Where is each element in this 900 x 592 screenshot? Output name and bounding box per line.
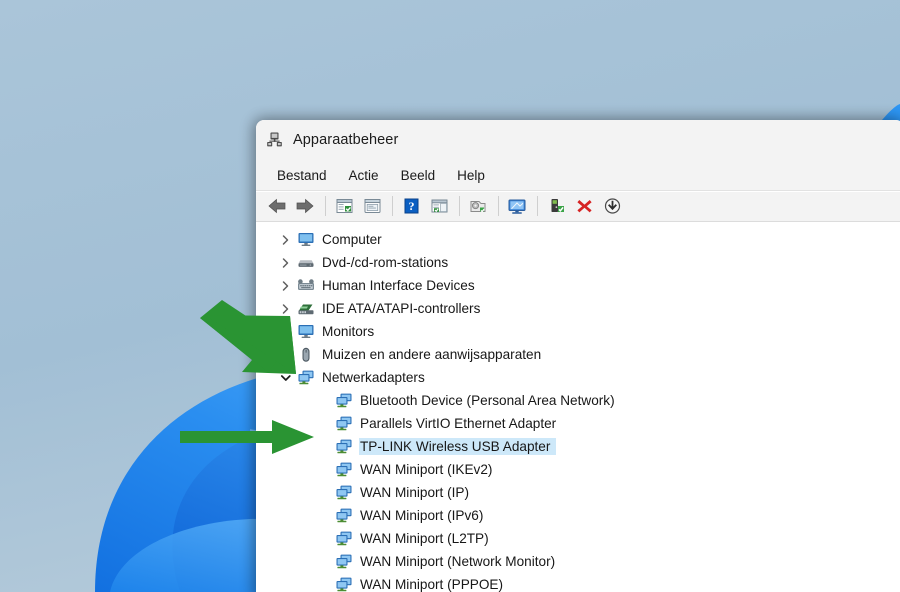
enable-device-icon[interactable] [543,194,569,218]
uninstall-device-icon[interactable] [571,194,597,218]
tree-item-parallels-virtio-ethernet-adapter[interactable]: Parallels VirtIO Ethernet Adapter [256,412,900,435]
window-titlebar: Apparaatbeheer [256,120,900,160]
tree-item-wan-miniport-ip[interactable]: WAN Miniport (IP) [256,481,900,504]
chevron-right-icon[interactable] [274,349,296,361]
network-adapter-icon [296,369,316,386]
tree-item-label: WAN Miniport (PPPOE) [360,577,504,592]
network-adapter-icon [334,484,354,501]
tree-item-label: WAN Miniport (IKEv2) [360,462,493,477]
toolbar-separator [537,196,538,216]
tree-item-label: Parallels VirtIO Ethernet Adapter [360,416,557,431]
tree-item-tp-link-wireless-usb-adapter[interactable]: TP-LINK Wireless USB Adapter [256,435,900,458]
window-title: Apparaatbeheer [293,132,399,148]
chevron-right-icon[interactable] [274,234,296,246]
menu-actie[interactable]: Actie [340,165,388,186]
tree-item-label: Human Interface Devices [322,278,475,293]
network-adapter-icon [334,530,354,547]
network-adapter-icon [334,553,354,570]
toolbar-separator [392,196,393,216]
disable-device-icon[interactable] [599,194,625,218]
chevron-right-icon[interactable] [274,326,296,338]
forward-arrow-icon[interactable] [292,194,318,218]
tree-item-muizen-en-andere-aanwijsapparaten[interactable]: Muizen en andere aanwijsapparaten [256,343,900,366]
tree-item-label: Computer [322,232,382,247]
desktop-screenshot: Apparaatbeheer Bestand Actie Beeld Help [0,0,900,592]
tree-item-netwerkadapters[interactable]: Netwerkadapters [256,366,900,389]
network-adapter-icon [334,438,354,455]
tree-item-label: Monitors [322,324,375,339]
tree-item-wan-miniport-network-monitor[interactable]: WAN Miniport (Network Monitor) [256,550,900,573]
tree-item-label: Netwerkadapters [322,370,425,385]
network-adapter-icon [334,461,354,478]
scan-hardware-changes-icon[interactable] [504,194,530,218]
toolbar: ? [256,191,900,222]
chevron-down-icon[interactable] [274,372,296,384]
tree-item-wan-miniport-pppoe[interactable]: WAN Miniport (PPPOE) [256,573,900,592]
network-adapter-icon [334,415,354,432]
toolbar-separator [325,196,326,216]
tree-item-dvd-cd-rom-stations[interactable]: Dvd-/cd-rom-stations [256,251,900,274]
properties-icon[interactable] [359,194,385,218]
tree-item-label: WAN Miniport (L2TP) [360,531,489,546]
network-adapter-icon [334,576,354,592]
svg-text:?: ? [408,199,414,213]
device-tree[interactable]: Computer Dvd-/cd-rom-stations Human Interf… [256,222,900,592]
menu-bar: Bestand Actie Beeld Help [256,160,900,191]
tree-item-label: WAN Miniport (IP) [360,485,470,500]
tree-item-label: IDE ATA/ATAPI-controllers [322,301,481,316]
ide-controller-icon [296,300,316,317]
chevron-right-icon[interactable] [274,257,296,269]
tree-item-label: Dvd-/cd-rom-stations [322,255,449,270]
tree-item-label: WAN Miniport (IPv6) [360,508,484,523]
chevron-right-icon[interactable] [274,280,296,292]
tree-item-wan-miniport-l2tp[interactable]: WAN Miniport (L2TP) [256,527,900,550]
tree-item-monitors[interactable]: Monitors [256,320,900,343]
tree-item-wan-miniport-ikev2[interactable]: WAN Miniport (IKEv2) [256,458,900,481]
tree-item-computer[interactable]: Computer [256,228,900,251]
tree-item-ide-ata-atapi-controllers[interactable]: IDE ATA/ATAPI-controllers [256,297,900,320]
network-adapter-icon [334,507,354,524]
tree-item-wan-miniport-ipv6[interactable]: WAN Miniport (IPv6) [256,504,900,527]
monitor-icon [296,231,316,248]
toolbar-separator [459,196,460,216]
tree-item-bluetooth-device-personal-area-network[interactable]: Bluetooth Device (Personal Area Network) [256,389,900,412]
device-manager-icon [266,131,284,149]
device-manager-window: Apparaatbeheer Bestand Actie Beeld Help [256,120,900,592]
show-hide-console-tree-icon[interactable] [331,194,357,218]
toolbar-separator [498,196,499,216]
help-question-icon[interactable]: ? [398,194,424,218]
update-driver-icon[interactable] [465,194,491,218]
tree-item-label: Bluetooth Device (Personal Area Network) [360,393,615,408]
hid-icon [296,277,316,294]
chevron-right-icon[interactable] [274,303,296,315]
menu-beeld[interactable]: Beeld [392,165,445,186]
menu-bestand[interactable]: Bestand [268,165,336,186]
tree-item-human-interface-devices[interactable]: Human Interface Devices [256,274,900,297]
tree-item-label: WAN Miniport (Network Monitor) [360,554,556,569]
tree-item-label: Muizen en andere aanwijsapparaten [322,347,542,362]
dvd-drive-icon [296,254,316,271]
monitor-icon [296,323,316,340]
back-arrow-icon[interactable] [264,194,290,218]
tree-item-label: TP-LINK Wireless USB Adapter [360,439,556,454]
mouse-icon [296,346,316,363]
menu-help[interactable]: Help [448,165,494,186]
show-hide-action-pane-icon[interactable] [426,194,452,218]
network-adapter-icon [334,392,354,409]
